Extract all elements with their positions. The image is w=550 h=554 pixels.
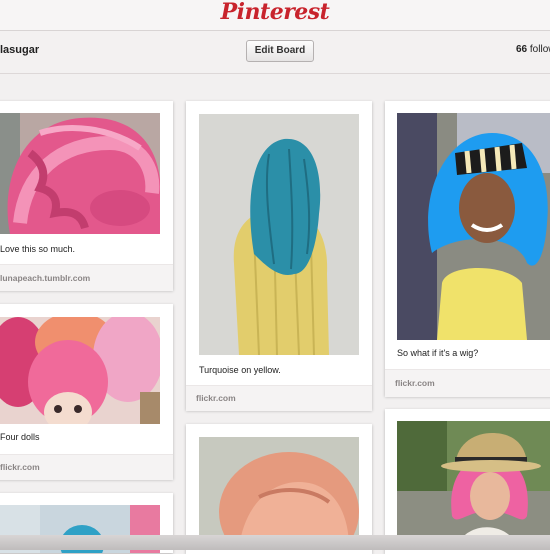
edit-board-button[interactable]: Edit Board [246,40,314,62]
pin-card[interactable]: Love this so much. lunapeach.tumblr.com [0,101,173,291]
bottom-scroll-bar [0,535,550,550]
pin-caption: Four dolls [0,432,40,442]
pink-haired-dolls-photo[interactable] [0,317,160,424]
board-owner-name[interactable]: lasugar [0,44,39,56]
peach-hair-photo[interactable] [199,437,359,548]
pin-caption: So what if it's a wig? [397,348,479,358]
followers-count[interactable]: 66 follow [516,44,550,55]
pink-braided-hair-photo[interactable] [0,113,160,234]
turquoise-hair-yellow-sweater-photo[interactable] [199,114,359,355]
pin-card[interactable] [385,409,550,554]
followers-label: follow [529,44,550,55]
pin-card[interactable]: Turquoise on yellow. flickr.com [186,101,372,411]
top-navigation-bar: Pinterest [0,0,550,31]
pinterest-logo[interactable]: Pinterest [0,0,550,24]
pin-source-link[interactable]: flickr.com [186,385,372,411]
blue-wig-woman-photo[interactable] [397,113,550,340]
pin-card[interactable]: Four dolls flickr.com [0,304,173,480]
pink-bob-hat-photo[interactable] [397,421,550,546]
pin-caption: Turquoise on yellow. [199,365,281,375]
board-header: lasugar Edit Board 66 follow [0,31,550,74]
followers-number: 66 [516,44,528,55]
pin-source-link[interactable]: flickr.com [385,369,550,397]
pin-card[interactable]: So what if it's a wig? flickr.com [385,101,550,397]
pin-caption: Love this so much. [0,244,76,254]
pin-source-link[interactable]: lunapeach.tumblr.com [0,264,173,291]
pin-source-link[interactable]: flickr.com [0,454,173,480]
